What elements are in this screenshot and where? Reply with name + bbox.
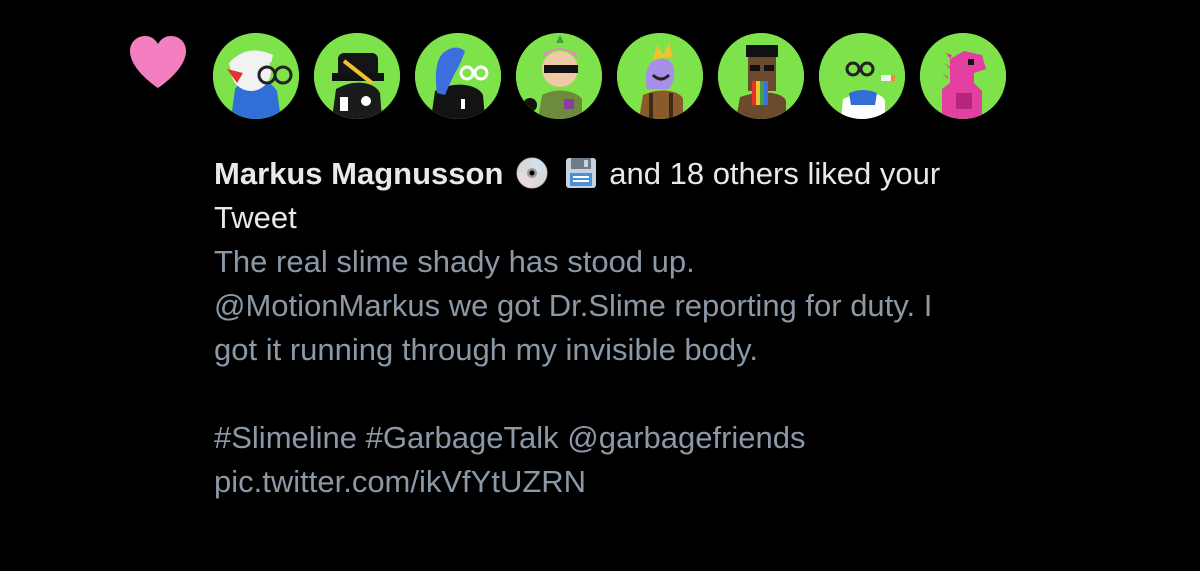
pixel-dinosaur-pink-icon <box>920 33 1006 119</box>
liked-summary: Markus Magnusson and 18 others liked you… <box>214 152 1174 240</box>
floppy-disk-icon <box>564 156 598 190</box>
heart-icon <box>128 34 188 90</box>
tweet-line-5: pic.twitter.com/ikVfYtUZRN <box>214 464 587 499</box>
liked-object: Tweet <box>214 200 297 235</box>
tweet-preview[interactable]: The real slime shady has stood up. @Moti… <box>214 240 1174 504</box>
cd-disc-icon <box>515 156 549 190</box>
like-notification[interactable]: Markus Magnusson and 18 others liked you… <box>0 0 1200 571</box>
avatar-4[interactable] <box>516 33 602 119</box>
avatar-1[interactable] <box>213 33 299 119</box>
pixel-character-rainbow-beard-icon <box>718 33 804 119</box>
avatar-5[interactable] <box>617 33 703 119</box>
pixel-character-sunglasses-cat-icon <box>516 33 602 119</box>
pixel-character-glasses-shirt-icon <box>819 33 905 119</box>
tweet-line-4: #Slimeline #GarbageTalk @garbagefriends <box>214 420 806 455</box>
tweet-line-1: The real slime shady has stood up. <box>214 244 695 279</box>
avatar-8[interactable] <box>920 33 1006 119</box>
liked-suffix: and 18 others liked your <box>609 156 941 191</box>
pixel-character-blue-head-icon <box>415 33 501 119</box>
avatar-2[interactable] <box>314 33 400 119</box>
pixel-character-black-hat-icon <box>314 33 400 119</box>
tweet-line-2: @MotionMarkus we got Dr.Slime reporting … <box>214 288 933 323</box>
pixel-character-crown-icon <box>617 33 703 119</box>
tweet-line-3: got it running through my invisible body… <box>214 332 758 367</box>
pixel-character-glasses-cap-icon <box>213 33 299 119</box>
notification-text: Markus Magnusson and 18 others liked you… <box>214 152 1174 504</box>
avatar-7[interactable] <box>819 33 905 119</box>
liker-name-link[interactable]: Markus Magnusson <box>214 156 503 191</box>
avatar-6[interactable] <box>718 33 804 119</box>
avatar-3[interactable] <box>415 33 501 119</box>
